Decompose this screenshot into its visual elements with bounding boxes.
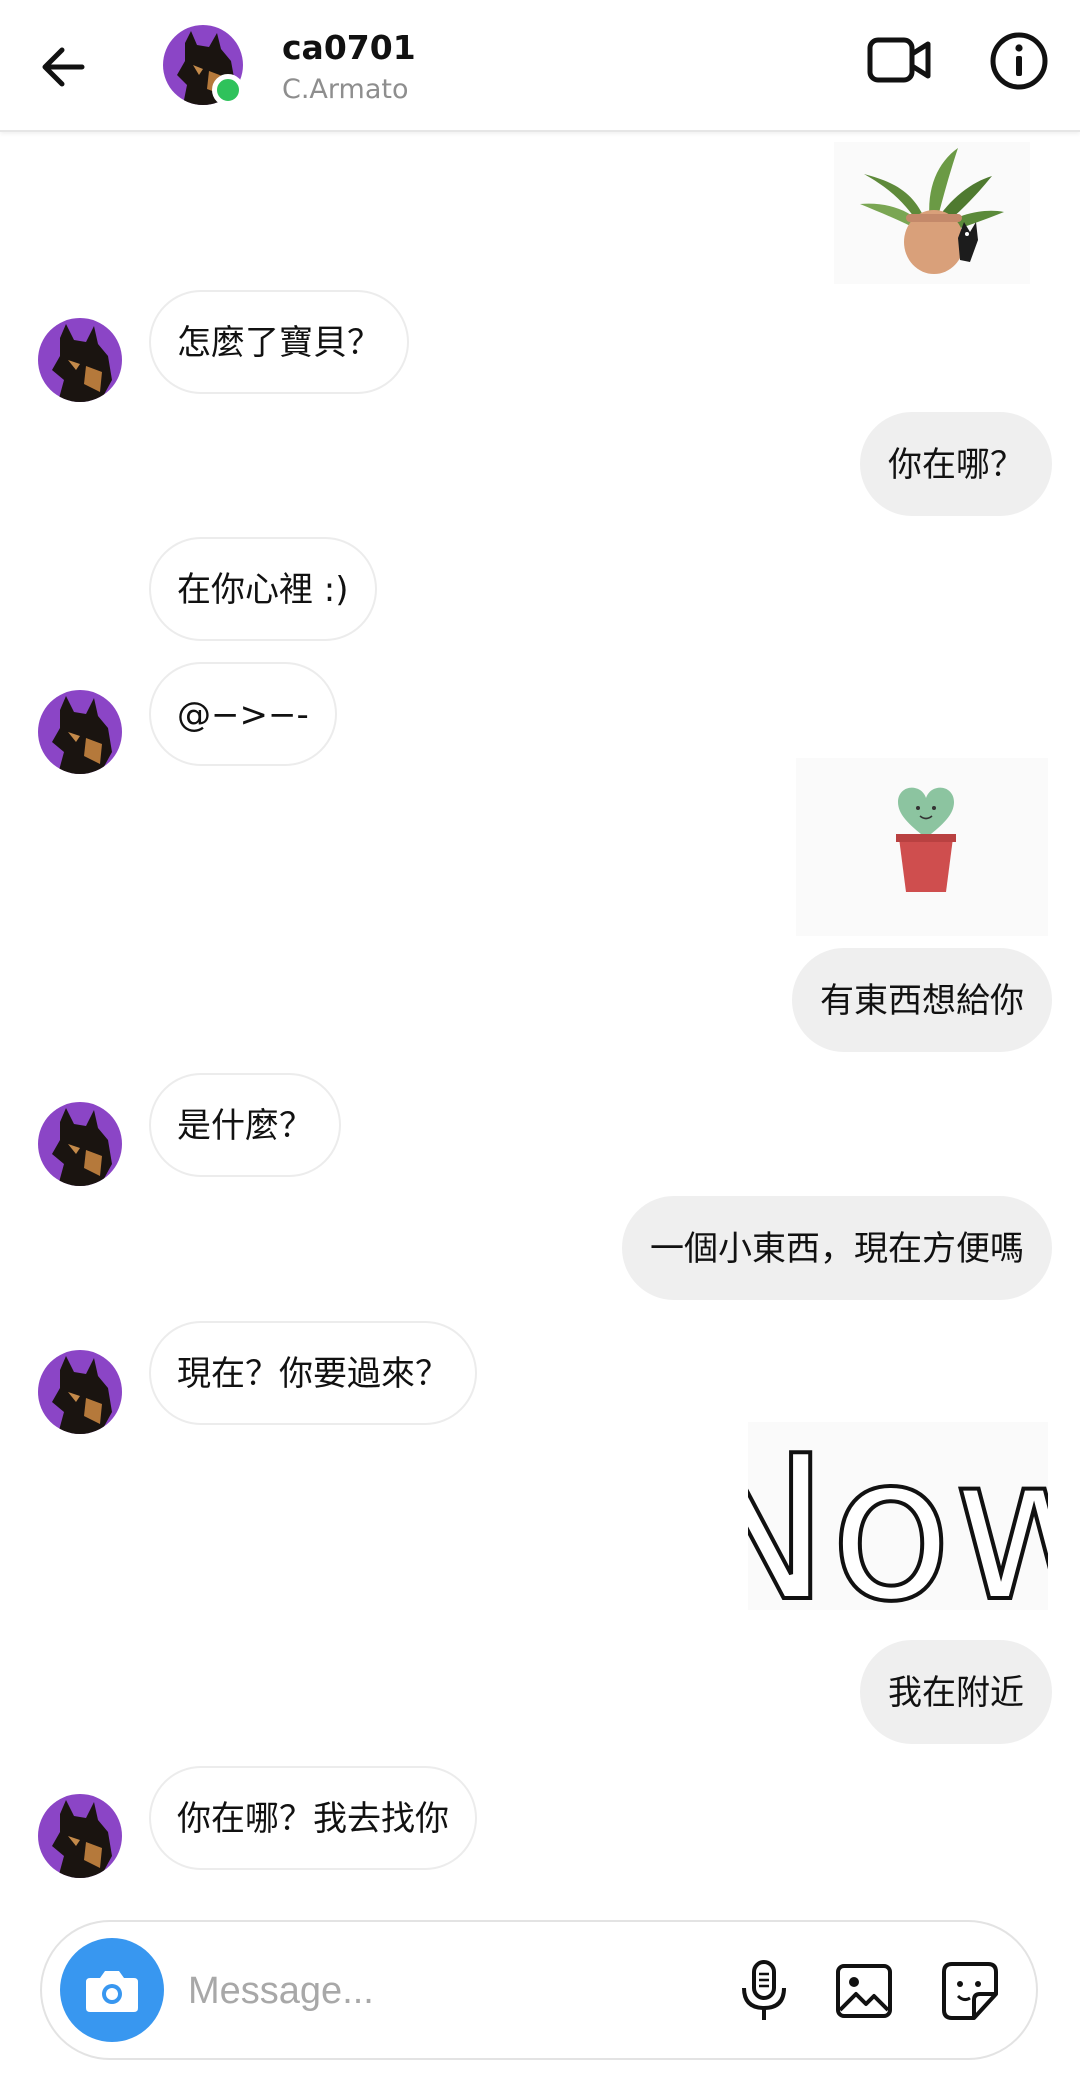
message-bubble-incoming[interactable]: 在你心裡 :) [149, 537, 377, 641]
online-status-dot [212, 74, 244, 106]
chat-username[interactable]: ca0701 [282, 28, 416, 67]
image-icon[interactable] [832, 1958, 896, 2024]
camera-icon[interactable] [60, 1938, 164, 2042]
now-text: Now [748, 1422, 1048, 1610]
avatar[interactable] [38, 1794, 122, 1878]
back-arrow-icon[interactable] [34, 36, 96, 98]
message-input[interactable] [188, 1956, 708, 2026]
message-bubble-outgoing[interactable]: 我在附近 [860, 1640, 1052, 1744]
plant-sticker[interactable] [834, 142, 1030, 284]
message-bubble-incoming[interactable]: 怎麼了寶貝？ [149, 290, 409, 394]
chat-header: ca0701 C.Armato [0, 0, 1080, 132]
message-bubble-incoming[interactable]: 現在？你要過來？ [149, 1321, 477, 1425]
sticker-icon[interactable] [938, 1958, 1002, 2024]
video-call-icon[interactable] [866, 30, 934, 92]
avatar[interactable] [38, 1350, 122, 1434]
message-composer [40, 1920, 1038, 2060]
avatar[interactable] [38, 690, 122, 774]
chat-full-name: C.Armato [282, 74, 409, 105]
message-bubble-incoming[interactable]: 你在哪？我去找你 [149, 1766, 477, 1870]
microphone-icon[interactable] [732, 1958, 796, 2024]
info-icon[interactable] [988, 30, 1050, 92]
avatar[interactable] [38, 318, 122, 402]
message-bubble-outgoing[interactable]: 你在哪？ [860, 412, 1052, 516]
cactus-sticker[interactable] [796, 758, 1048, 936]
message-bubble-outgoing[interactable]: 一個小東西，現在方便嗎 [622, 1196, 1052, 1300]
message-bubble-outgoing[interactable]: 有東西想給你 [792, 948, 1052, 1052]
message-bubble-incoming[interactable]: @−>−- [149, 662, 337, 766]
now-sticker[interactable]: Now [678, 1411, 1080, 1648]
avatar[interactable] [38, 1102, 122, 1186]
message-bubble-incoming[interactable]: 是什麼？ [149, 1073, 341, 1177]
